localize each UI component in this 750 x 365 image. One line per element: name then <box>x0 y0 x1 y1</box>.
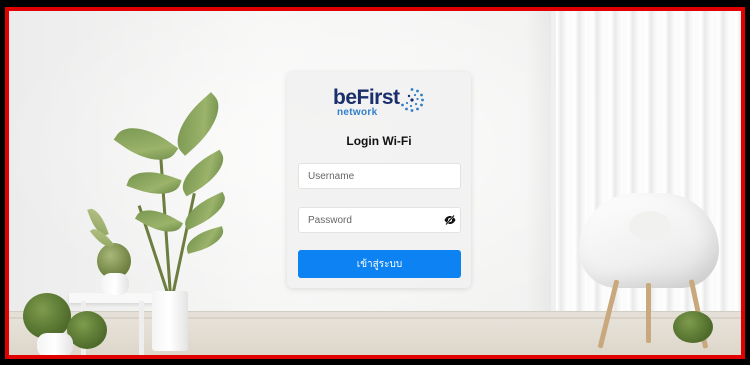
logo-dots-icon <box>401 88 424 112</box>
floor <box>9 317 741 355</box>
logo-subtext: network <box>337 107 378 118</box>
login-title: Login Wi-Fi <box>346 134 412 148</box>
login-card: beFirst network Login Wi-Fi เข้าสู่ <box>287 72 471 288</box>
password-toggle-button[interactable] <box>443 213 457 227</box>
eye-slash-icon <box>444 214 456 226</box>
password-input[interactable] <box>298 207 461 233</box>
befirst-logo: beFirst network <box>333 86 433 120</box>
username-input[interactable] <box>298 163 461 189</box>
pot-large <box>152 291 188 351</box>
login-button[interactable]: เข้าสู่ระบบ <box>298 250 461 278</box>
plant-right <box>673 311 713 343</box>
